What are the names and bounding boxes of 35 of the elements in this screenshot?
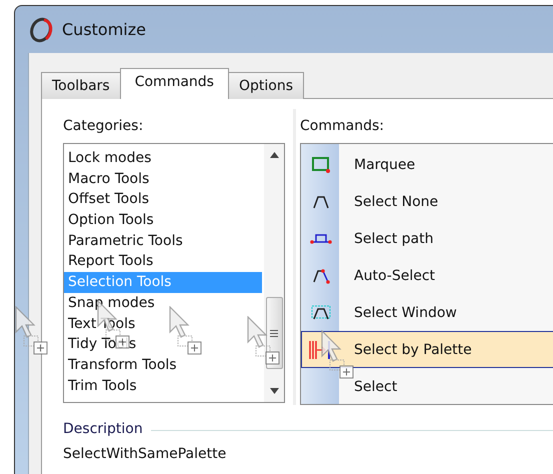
command-item[interactable]: Select by Palette [301,331,553,368]
tab[interactable]: Options [228,72,304,99]
category-item[interactable]: Report Tools [64,251,264,272]
commands-label: Commands: [300,117,385,135]
grip-icon [270,330,278,336]
category-item[interactable]: Parametric Tools [64,230,264,252]
rectangle-icon [311,156,331,174]
drag-cursor-icon [246,316,282,366]
categories-label: Categories: [63,117,144,135]
description-text: SelectWithSamePalette [63,446,228,462]
description-label: Description [63,421,143,437]
tab[interactable]: Toolbars [41,72,121,99]
category-item[interactable]: Lock modes [64,148,264,169]
command-item[interactable]: Auto-Select [301,257,553,294]
scrollbar[interactable] [264,144,284,402]
curve-icon [311,304,331,322]
window-title: Customize [62,20,146,39]
command-item[interactable]: Select path [301,220,553,257]
category-item[interactable]: Transform Tools [64,354,264,376]
drag-cursor-icon [320,330,356,380]
command-item[interactable]: Select [301,368,553,405]
curve-icon [311,266,331,284]
scroll-up-icon[interactable] [270,152,278,158]
category-item[interactable]: Option Tools [64,210,264,231]
category-item[interactable]: Trim Tools [64,376,264,396]
drag-cursor-icon [168,306,204,356]
command-item[interactable]: Select Window [301,294,553,331]
category-item[interactable]: Macro Tools [64,168,264,190]
tab[interactable]: Commands [120,68,229,99]
category-item[interactable]: Snap modes [64,292,264,314]
category-item[interactable]: Offset Tools [64,189,264,210]
command-item[interactable]: Select None [301,183,553,220]
scroll-down-icon[interactable] [270,388,278,394]
command-item[interactable]: Marquee [301,146,553,183]
category-item[interactable]: Text Tools [64,314,264,334]
